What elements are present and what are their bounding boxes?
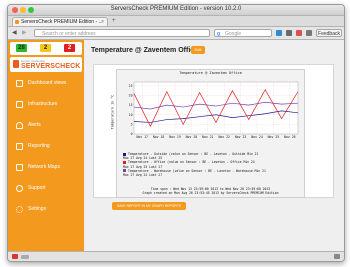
sidebar-item-reporting[interactable]: Reporting	[8, 137, 84, 157]
search-placeholder: Google	[225, 31, 242, 37]
address-bar[interactable]: Search or enter address	[34, 29, 210, 37]
search-input[interactable]: g Google	[214, 29, 272, 37]
sidebar-item-label: Settings	[28, 206, 47, 212]
serverscheck-logo[interactable]: sensor monitoring SERVERSCHECK	[10, 57, 82, 72]
map-icon	[16, 164, 23, 171]
x-tick-label: Nov 19	[169, 135, 181, 139]
y-tick-label: 0	[131, 132, 133, 136]
status-warning-count[interactable]: 2	[40, 44, 51, 52]
logo-mark-icon	[13, 60, 19, 68]
navigation-bar: ◀ ▶ Search or enter address g Google Fee…	[8, 27, 344, 40]
sidebar: 28 2 2 sensor monitoring SERVERSCHECK Da…	[8, 40, 84, 251]
sidebar-item-label: Network Maps	[28, 164, 60, 170]
legend-swatch	[123, 160, 126, 164]
x-tick-label: Nov 23	[235, 135, 247, 139]
status-ok-count[interactable]: 28	[16, 44, 27, 52]
sitemap-icon	[16, 101, 23, 108]
x-tick-label: Nov 20	[186, 135, 198, 139]
x-tick-label: Nov 25	[268, 135, 280, 139]
addon-bar-icon[interactable]	[334, 254, 340, 259]
monitor-icon	[16, 80, 23, 87]
help-icon	[16, 185, 23, 192]
sidebar-item-dashboard[interactable]: Dashboard views	[8, 74, 84, 94]
x-tick-label: Nov 17	[136, 135, 148, 139]
window-titlebar: ServersCheck PREMIUM Edition - version 1…	[8, 5, 344, 16]
tab-title: ServersCheck PREMIUM Edition - ...	[21, 19, 103, 25]
plot-area	[133, 81, 299, 135]
download-icon[interactable]	[276, 30, 282, 36]
page-title: Temperature @ Zaventem Office	[91, 47, 199, 54]
home-icon[interactable]	[286, 30, 292, 36]
firebug-icon[interactable]	[296, 30, 302, 36]
status-icon	[21, 255, 29, 259]
sidebar-item-label: Dashboard views	[28, 80, 67, 86]
window-title: ServersCheck PREMIUM Edition - version 1…	[110, 6, 242, 12]
y-tick-label: 20	[129, 94, 133, 98]
favicon-icon	[15, 20, 19, 24]
legend-text: Max 27 Avg 24 Last 27	[123, 173, 163, 178]
y-axis-label-text: Temperature in °C	[110, 94, 115, 130]
address-placeholder: Search or enter address	[42, 31, 96, 37]
legend-row: Max 27 Avg 24 Last 27	[123, 173, 299, 177]
status-summary: 28 2 2	[10, 42, 82, 55]
addon-icon[interactable]	[12, 254, 18, 259]
new-tab-button[interactable]: +	[112, 18, 116, 24]
sidebar-item-label: Infrastructure	[28, 101, 58, 107]
browser-window: ServersCheck PREMIUM Edition - version 1…	[7, 4, 345, 262]
chart-legend: Temperature - Outside (value on Sensor :…	[123, 152, 299, 177]
x-tick-label: Nov 24	[251, 135, 263, 139]
graph-created-text: Graph created on Mon Aug 26 23:53:45 201…	[142, 191, 279, 196]
google-icon: g	[217, 31, 221, 37]
temperature-graph: Temperature @ Zaventem Office Temperatur…	[110, 69, 305, 198]
menu-icon[interactable]	[306, 30, 312, 36]
legend-swatch	[123, 152, 126, 156]
save-report-button[interactable]: SAVE REPORT IN MY GRAPH REPORTS	[112, 202, 186, 210]
tab-bar: ServersCheck PREMIUM Edition - ... × +	[8, 16, 344, 27]
y-tick-label: 15	[129, 103, 133, 107]
feedback-button[interactable]: Feedback	[316, 29, 342, 37]
legend-swatch	[123, 169, 126, 173]
sidebar-item-label: Support	[28, 185, 46, 191]
x-tick-label: Nov 22	[218, 135, 230, 139]
line-chart: 25 20 15 10 5 0Nov 17 Nov 18 Nov 19 Nov 20 Nov 21…	[129, 81, 299, 139]
bottom-toolbar	[8, 251, 344, 261]
main-content: Temperature @ Zaventem Office Edit Tempe…	[85, 40, 344, 251]
chart-icon	[16, 143, 23, 150]
bell-icon	[16, 122, 23, 129]
y-tick-label: 5	[131, 122, 133, 126]
sidebar-item-settings[interactable]: Settings	[8, 200, 84, 220]
x-tick-label: Nov 21	[202, 135, 214, 139]
y-tick-label: 10	[129, 113, 133, 117]
edit-button[interactable]: Edit	[191, 46, 205, 54]
gear-icon	[16, 206, 23, 213]
status-down-count[interactable]: 2	[64, 44, 75, 52]
y-tick-label: 25	[129, 84, 133, 88]
chart-footer: Time span : Wed Nov 13 23:59:00 2013 to …	[117, 187, 304, 195]
forward-icon[interactable]: ▶	[22, 29, 27, 36]
sidebar-item-label: Alerts	[28, 122, 41, 128]
sidebar-item-label: Reporting	[28, 143, 50, 149]
sidebar-item-infrastructure[interactable]: Infrastructure	[8, 95, 84, 115]
browser-tab[interactable]: ServersCheck PREMIUM Edition - ... ×	[12, 17, 108, 26]
sidebar-item-network-maps[interactable]: Network Maps	[8, 158, 84, 178]
x-tick-label: Nov 18	[153, 135, 165, 139]
logo-name: SERVERSCHECK	[21, 63, 81, 70]
graph-card: Temperature @ Zaventem Office Temperatur…	[93, 64, 334, 198]
sidebar-item-alerts[interactable]: Alerts	[8, 116, 84, 136]
back-icon[interactable]: ◀	[12, 29, 17, 36]
x-tick-label: Nov 26	[284, 135, 296, 139]
sidebar-item-support[interactable]: Support	[8, 179, 84, 199]
close-tab-icon[interactable]: ×	[101, 18, 104, 27]
